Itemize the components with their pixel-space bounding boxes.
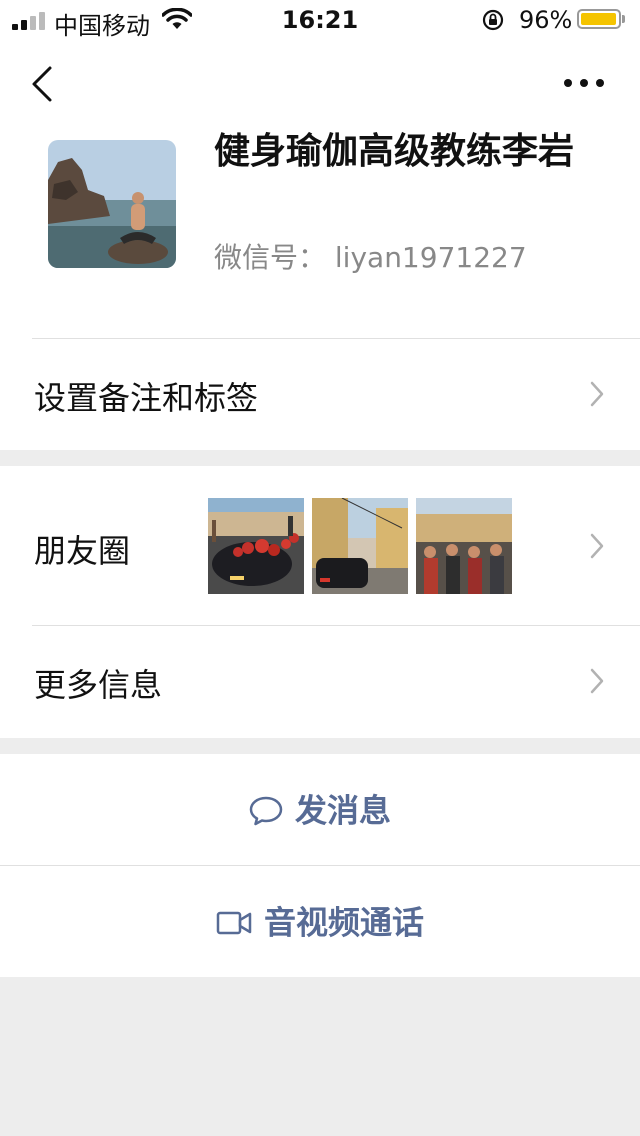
more-info-row[interactable]: 更多信息 [0,626,640,738]
back-icon[interactable] [28,64,60,104]
video-call-button[interactable]: 音视频通话 [0,866,640,977]
remark-tags-label: 设置备注和标签 [34,379,259,417]
chevron-right-icon [590,533,604,559]
chat-bubble-icon [249,796,283,826]
video-call-label: 音视频通话 [263,903,424,942]
more-info-label: 更多信息 [34,666,163,704]
moments-photo [312,498,408,594]
send-message-button[interactable]: 发消息 [0,754,640,865]
battery-icon [577,9,621,29]
action-card: 发消息 音视频通话 [0,754,640,977]
moments-label: 朋友圈 [34,532,131,570]
profile-card: 中国移动 16:21 96% 健身瑜伽高级教练李岩 微信号： liyan1971… [0,0,640,450]
avatar[interactable] [48,140,176,268]
battery-percent: 96% [519,6,573,34]
rotation-lock-icon [482,9,504,31]
more-options-icon[interactable] [560,70,608,94]
chevron-right-icon [590,381,604,407]
status-bar: 中国移动 16:21 96% [0,0,640,40]
video-camera-icon [216,911,252,935]
wechat-id: 微信号： liyan1971227 [214,241,527,274]
moments-photo [416,498,512,594]
info-card: 朋友圈 更多信息 [0,466,640,738]
chevron-right-icon [590,668,604,694]
send-message-label: 发消息 [294,791,391,830]
moments-photo [208,498,304,594]
profile-name: 健身瑜伽高级教练李岩 [214,131,575,172]
moments-row[interactable]: 朋友圈 [0,466,640,625]
remark-tags-row[interactable]: 设置备注和标签 [0,339,640,450]
battery-tip [622,15,625,23]
